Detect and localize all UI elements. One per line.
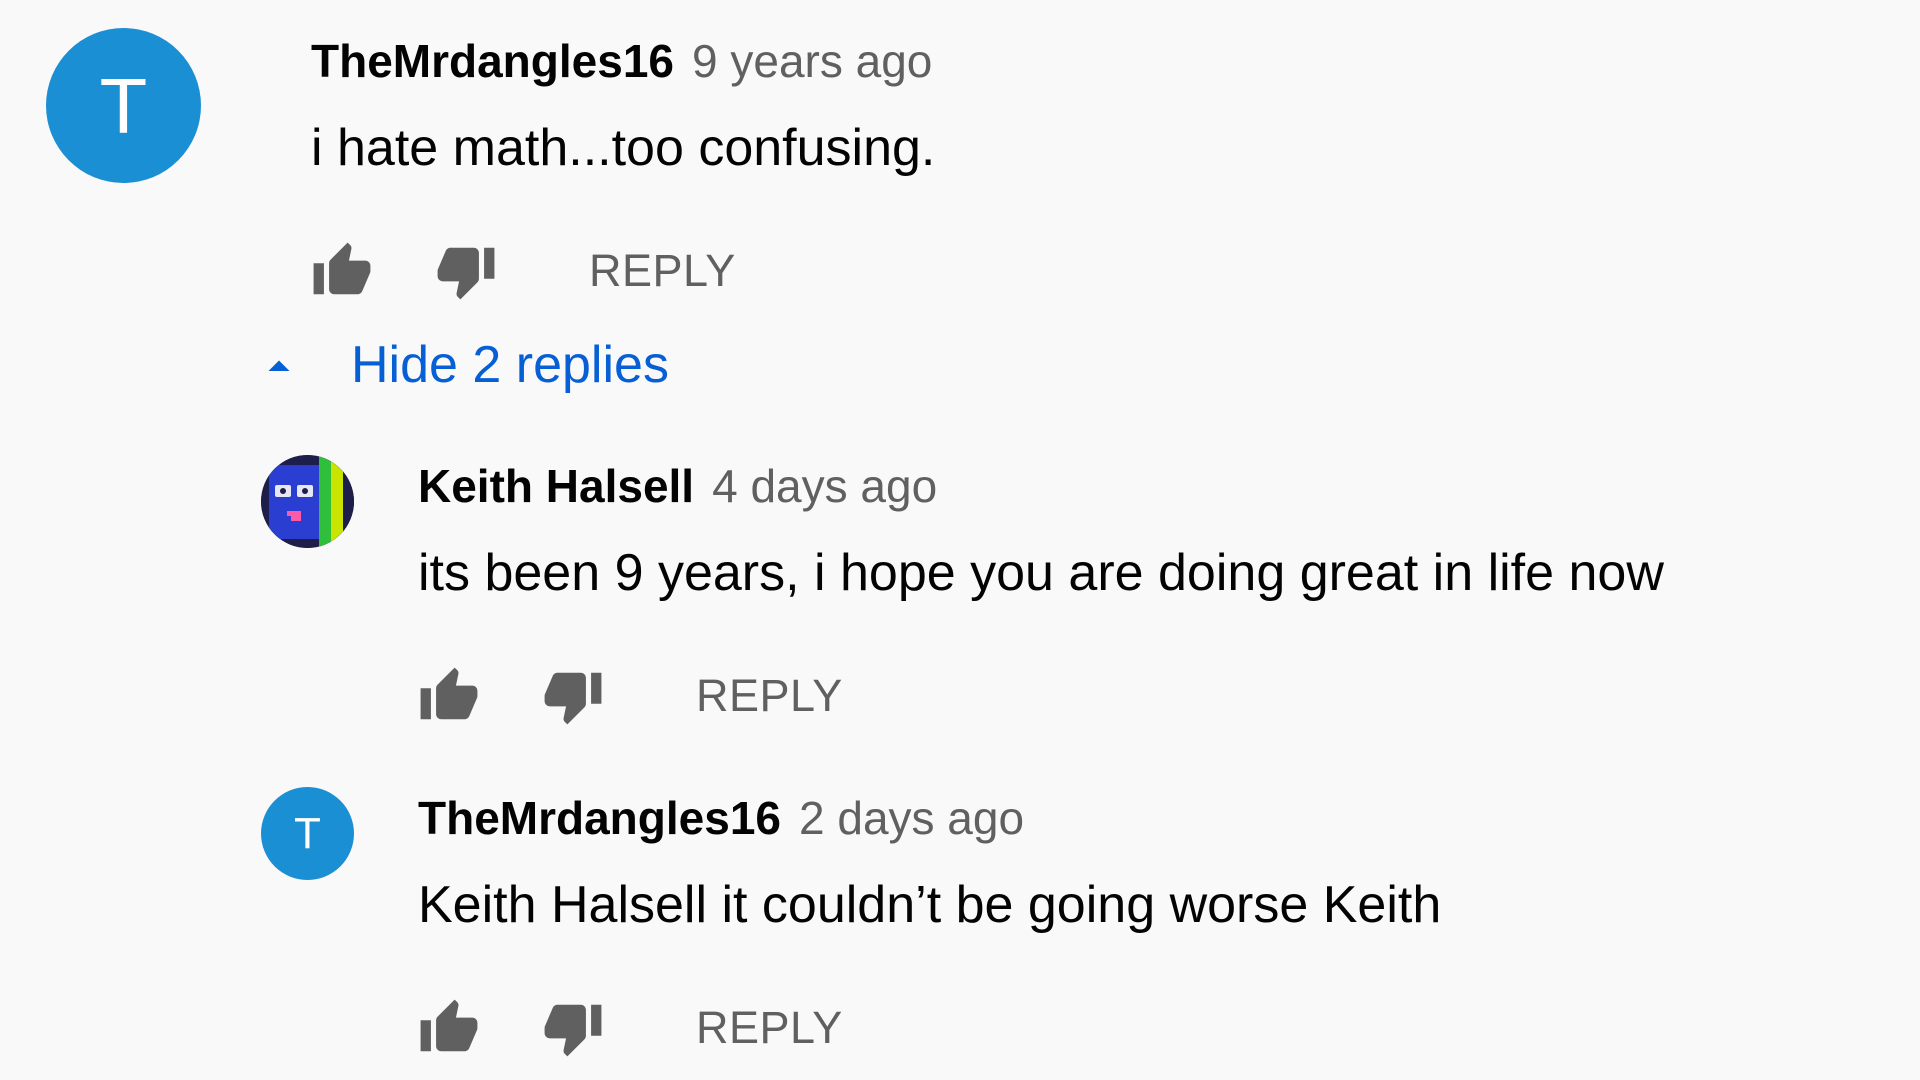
comment: T TheMrdangles16 9 years ago i hate math… [46, 28, 935, 302]
reply-button[interactable]: REPLY [696, 1002, 843, 1054]
reply-body: Keith Halsell 4 days ago its been 9 year… [418, 459, 1664, 727]
reply-comment: Keith Halsell 4 days ago its been 9 year… [261, 455, 1664, 727]
hide-replies-button[interactable]: Hide 2 replies [261, 335, 669, 395]
reply-header: TheMrdangles16 2 days ago [418, 791, 1441, 845]
robot-face-avatar-icon [261, 455, 354, 548]
comment-header: TheMrdangles16 9 years ago [311, 34, 935, 88]
avatar-letter: T [99, 61, 148, 150]
like-button[interactable] [418, 997, 480, 1059]
reply-text: its been 9 years, i hope you are doing g… [418, 544, 1664, 602]
thumbs-up-icon [420, 667, 478, 720]
reply-body: TheMrdangles16 2 days ago Keith Halsell … [418, 791, 1441, 1059]
comment-text: i hate math...too confusing. [311, 119, 936, 177]
reply-text: Keith Halsell it couldn’t be going worse… [418, 876, 1442, 934]
avatar[interactable]: T [261, 787, 354, 880]
reply-header: Keith Halsell 4 days ago [418, 459, 1664, 513]
comment-timestamp[interactable]: 9 years ago [692, 34, 932, 88]
like-button[interactable] [311, 240, 373, 302]
dislike-button[interactable] [542, 665, 604, 727]
thumbs-down-icon [544, 1004, 602, 1057]
thumbs-down-icon [437, 247, 495, 300]
comment-author[interactable]: TheMrdangles16 [311, 34, 674, 88]
caret-up-icon [261, 347, 297, 383]
comment-thread: T TheMrdangles16 9 years ago i hate math… [0, 0, 1920, 1080]
dislike-button[interactable] [542, 997, 604, 1059]
reply-button[interactable]: REPLY [696, 670, 843, 722]
reply-comment: T TheMrdangles16 2 days ago Keith Halsel… [261, 787, 1441, 1059]
hide-replies-label: Hide 2 replies [351, 336, 669, 394]
reply-actions: REPLY [418, 997, 1441, 1059]
thumbs-down-icon [544, 672, 602, 725]
reply-actions: REPLY [418, 665, 1664, 727]
like-button[interactable] [418, 665, 480, 727]
comment-actions: REPLY [311, 240, 935, 302]
dislike-button[interactable] [435, 240, 497, 302]
avatar[interactable] [261, 455, 354, 548]
reply-timestamp[interactable]: 4 days ago [712, 459, 937, 513]
reply-author[interactable]: TheMrdangles16 [418, 791, 781, 845]
comment-body: TheMrdangles16 9 years ago i hate math..… [311, 34, 935, 302]
reply-button[interactable]: REPLY [589, 245, 736, 297]
thumbs-up-icon [420, 999, 478, 1052]
avatar[interactable]: T [46, 28, 201, 183]
thumbs-up-icon [313, 242, 371, 295]
reply-timestamp[interactable]: 2 days ago [799, 791, 1024, 845]
avatar-letter: T [294, 808, 321, 858]
reply-author[interactable]: Keith Halsell [418, 459, 694, 513]
